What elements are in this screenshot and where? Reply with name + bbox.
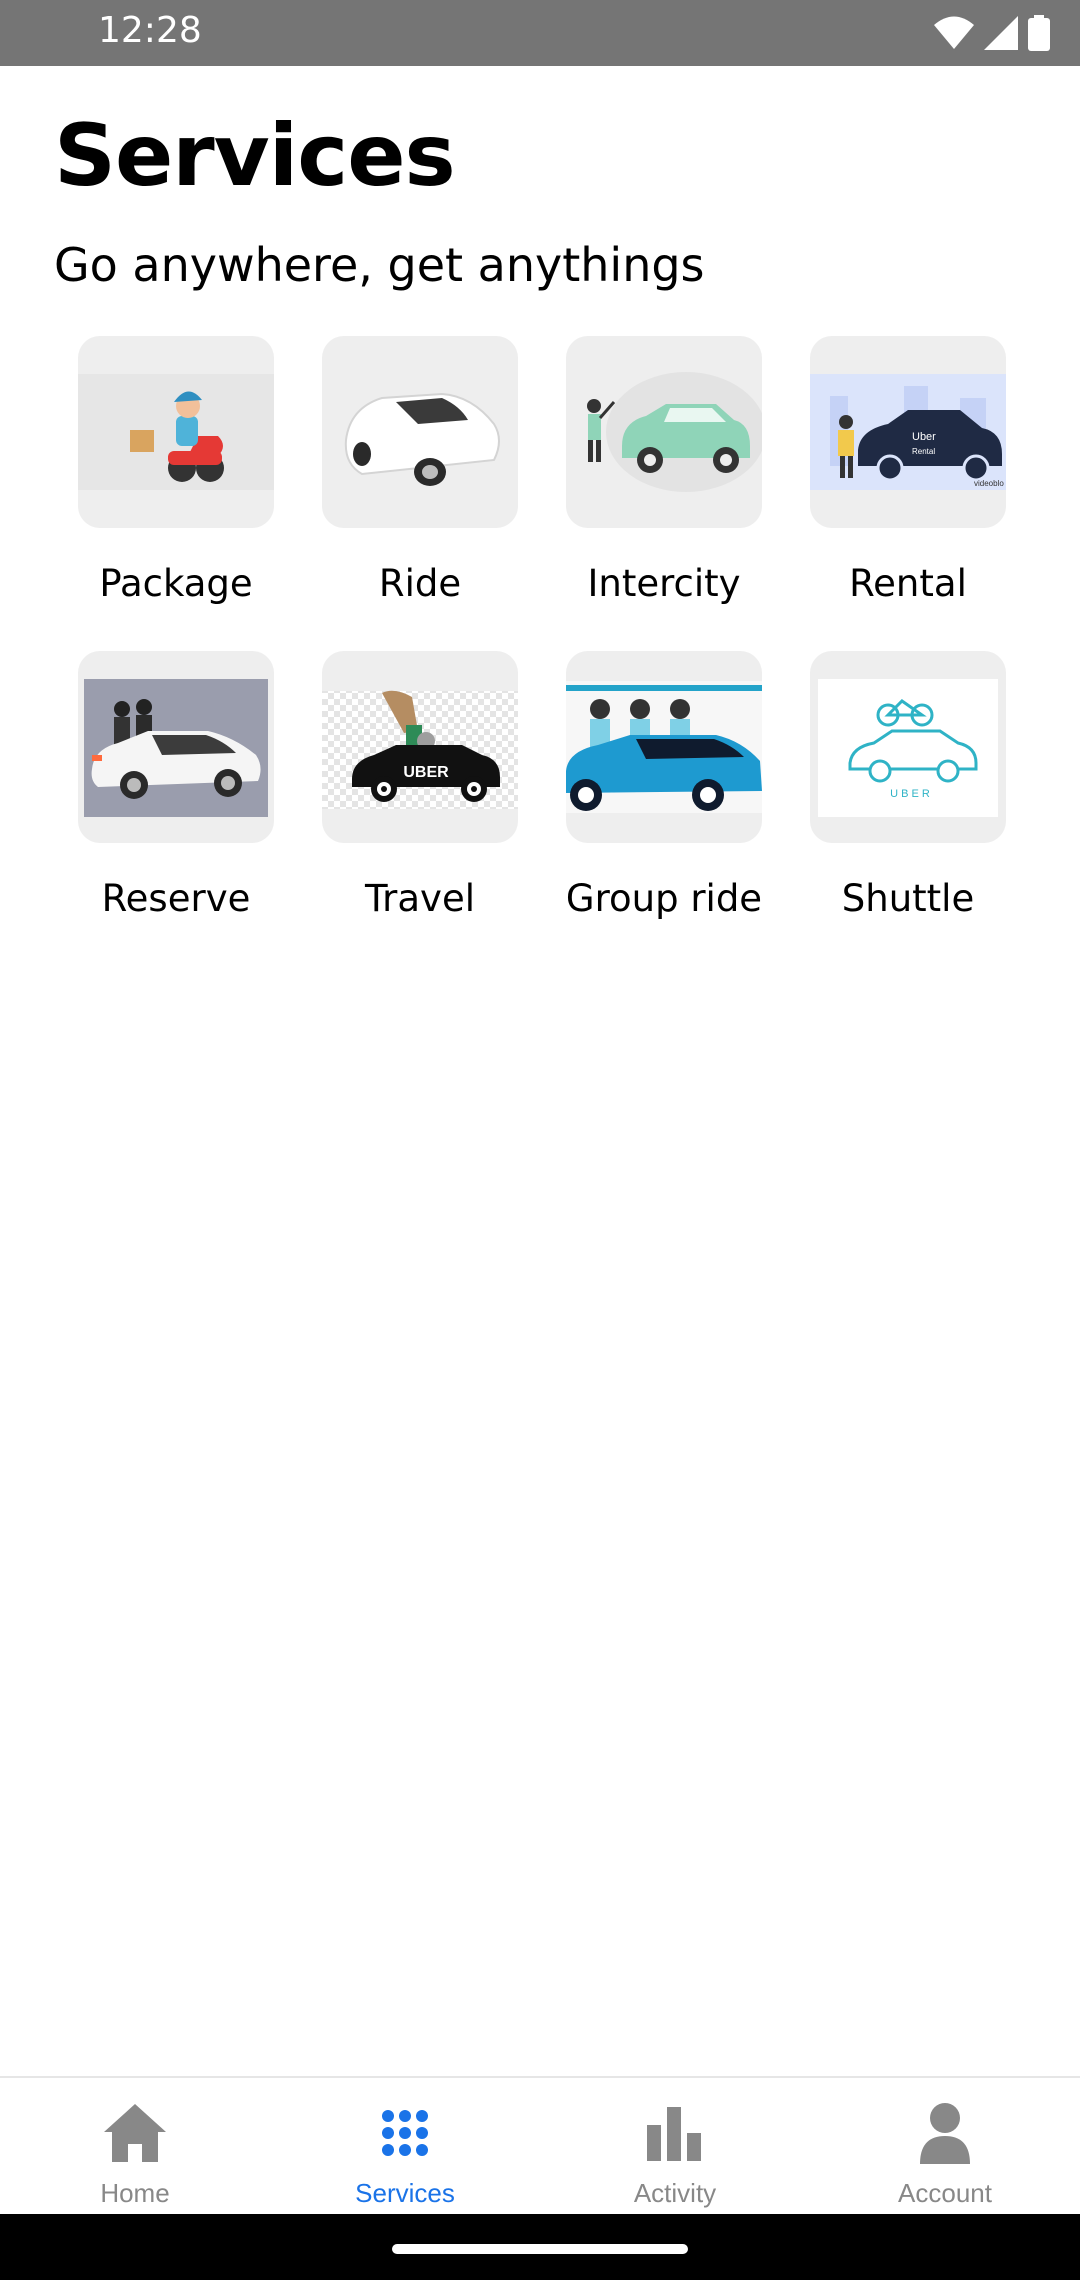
service-label: Rental (849, 562, 967, 605)
service-label: Package (99, 562, 253, 605)
service-card-ride[interactable]: Ride (298, 336, 542, 651)
service-label: Intercity (587, 562, 741, 605)
rental-brand-text: Uber (912, 431, 936, 443)
page-subtitle: Go anywhere, get anythings (54, 238, 705, 292)
rental-car-icon: Uber Rental videoblo (810, 336, 1006, 528)
bottom-nav: Home Services Activity Account (0, 2076, 1080, 2214)
nav-label-activity: Activity (633, 2178, 717, 2208)
travel-brand-text: UBER (403, 764, 449, 781)
home-gesture-handle[interactable] (392, 2244, 688, 2254)
status-time: 12:28 (98, 10, 202, 51)
page-title: Services (54, 106, 456, 206)
group-ride-car-icon (566, 651, 762, 843)
service-card-rental[interactable]: Uber Rental videoblo Rental (786, 336, 1030, 651)
status-bar: 12:28 (0, 0, 1080, 66)
service-card-travel[interactable]: UBER Travel (298, 651, 542, 966)
nav-item-account[interactable]: Account (810, 2078, 1080, 2214)
grid-icon (370, 2100, 440, 2166)
service-card-intercity[interactable]: Intercity (542, 336, 786, 651)
nav-item-activity[interactable]: Activity (540, 2078, 810, 2214)
service-card-group-ride[interactable]: Group ride (542, 651, 786, 966)
service-card-reserve[interactable]: Reserve (54, 651, 298, 966)
nav-label-services: Services (355, 2178, 455, 2208)
nav-label-account: Account (898, 2178, 992, 2208)
service-card-shuttle[interactable]: U B E R Shuttle (786, 651, 1030, 966)
wifi-icon (934, 16, 974, 49)
service-label: Shuttle (841, 877, 975, 920)
battery-icon (1028, 15, 1050, 51)
bar-chart-icon (640, 2100, 710, 2166)
uber-car-icon: UBER (322, 651, 518, 843)
service-label: Group ride (565, 877, 763, 920)
signal-icon (984, 16, 1018, 50)
rental-watermark-text: videoblo (974, 479, 1004, 488)
nav-item-home[interactable]: Home (0, 2078, 270, 2214)
shuttle-brand-text: U B E R (890, 788, 930, 800)
rental-tag-text: Rental (912, 447, 935, 456)
shuttle-car-icon: U B E R (810, 651, 1006, 843)
reserve-car-icon (78, 651, 274, 843)
service-label: Ride (378, 562, 462, 605)
system-nav-bar (0, 2214, 1080, 2280)
nav-item-services[interactable]: Services (270, 2078, 540, 2214)
white-car-icon (322, 336, 518, 528)
service-label: Reserve (101, 877, 251, 920)
service-grid: Package Ride Intercity Uber Rental video… (54, 336, 1029, 966)
home-icon (100, 2100, 170, 2166)
nav-label-home: Home (100, 2178, 170, 2208)
service-card-package[interactable]: Package (54, 336, 298, 651)
status-icons (934, 14, 1050, 52)
intercity-car-icon (566, 336, 762, 528)
service-label: Travel (365, 877, 475, 920)
package-scooter-icon (78, 336, 274, 528)
person-icon (910, 2100, 980, 2166)
